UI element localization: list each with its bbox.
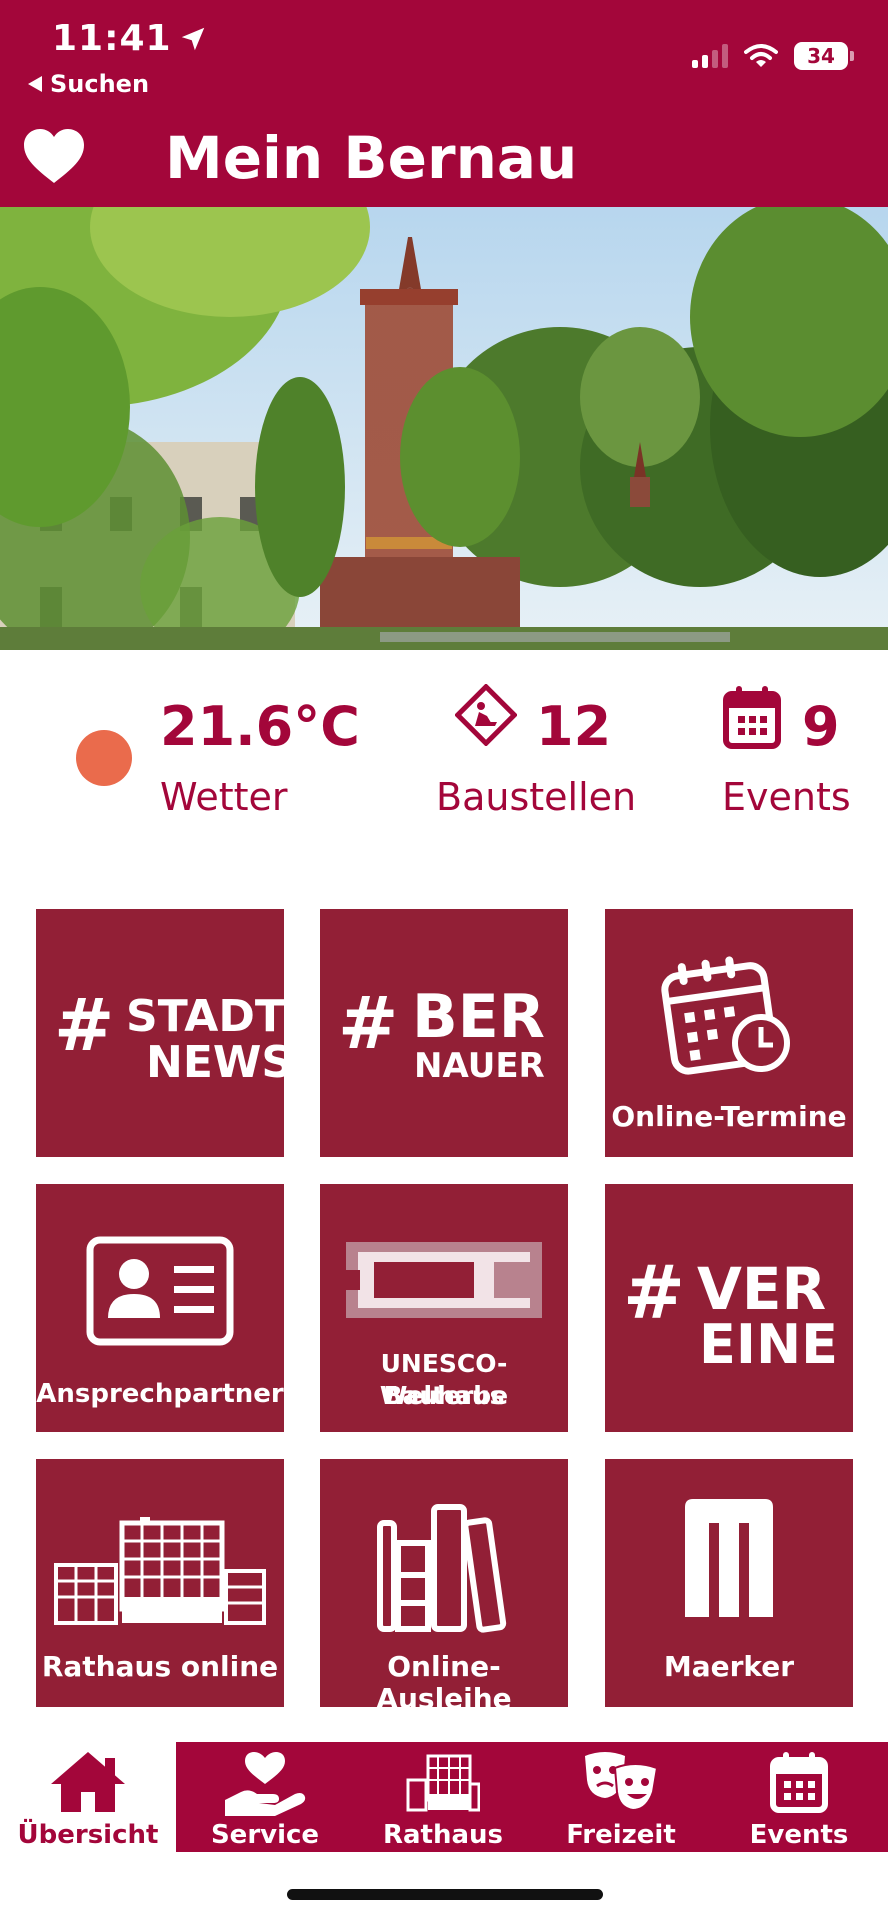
tab-uebersicht[interactable]: Übersicht	[0, 1742, 176, 1852]
tile-online-termine[interactable]: Online-Termine	[605, 909, 853, 1157]
tab-freizeit-label: Freizeit	[566, 1820, 676, 1850]
theater-masks-icon	[585, 1752, 659, 1812]
favorites-heart-icon[interactable]	[22, 126, 86, 186]
home-indicator[interactable]	[287, 1889, 603, 1900]
hashtag-symbol: #	[623, 1250, 686, 1336]
events-value: 9	[802, 695, 840, 758]
location-arrow-icon	[181, 27, 204, 50]
stadtnews-line2: NEWS	[146, 1037, 284, 1088]
tile-vereine[interactable]: # VER EINE	[605, 1184, 853, 1432]
events-label: Events	[722, 775, 851, 819]
hashtag-symbol: #	[338, 981, 399, 1065]
calendar-clock-icon	[661, 956, 790, 1075]
tab-events-label: Events	[749, 1820, 849, 1850]
weather-value: 21.6°C	[160, 695, 360, 758]
tab-service-label: Service	[210, 1820, 320, 1850]
back-to-search-link[interactable]: Suchen	[28, 70, 149, 98]
hero-image	[0, 207, 888, 650]
tab-service[interactable]: Service	[176, 1742, 354, 1852]
contact-card-icon	[86, 1236, 234, 1346]
back-triangle-icon	[28, 76, 42, 92]
vereine-line1: VER	[697, 1255, 827, 1323]
maerker-label: Maerker	[663, 1650, 795, 1683]
rathaus-online-label: Rathaus online	[41, 1650, 279, 1683]
home-icon	[51, 1752, 125, 1812]
status-time: 11:41	[52, 18, 208, 59]
tile-bernauer[interactable]: # BER NAUER	[320, 909, 568, 1157]
calendar-icon	[770, 1752, 828, 1813]
tile-stadtnews[interactable]: # STADT NEWS	[36, 909, 284, 1157]
status-icons: 34	[692, 42, 854, 70]
ansprechpartner-label: Ansprechpartner	[36, 1379, 284, 1409]
bottom-tab-bar: Übersicht Service Rathaus Freizeit Event…	[0, 1742, 888, 1852]
wifi-icon	[744, 44, 778, 67]
tab-rathaus[interactable]: Rathaus	[354, 1742, 532, 1852]
maerker-logo-icon	[685, 1499, 773, 1617]
weather-sun-icon	[76, 730, 132, 786]
bernauer-line1: BER	[412, 982, 545, 1052]
bernau-tower-photo	[0, 207, 888, 650]
signal-icon	[692, 44, 728, 68]
page-title: Mein Bernau	[165, 124, 578, 192]
heart-hand-icon	[225, 1752, 306, 1816]
tab-uebersicht-label: Übersicht	[17, 1820, 159, 1850]
books-shelf-icon	[377, 1504, 507, 1633]
hashtag-symbol: #	[54, 983, 115, 1067]
unesco-label-line2: Bauhaus	[383, 1381, 505, 1410]
weather-label: Wetter	[160, 775, 288, 819]
tile-maerker[interactable]: Maerker	[605, 1459, 853, 1707]
tile-unesco-bauhaus[interactable]: UNESCO-Welterbe Bauhaus	[320, 1184, 568, 1432]
app-header: 11:41 Suchen 34 Mein Bernau	[0, 0, 888, 207]
construction-sign-icon[interactable]	[455, 684, 517, 746]
tile-rathaus-online[interactable]: Rathaus online	[36, 1459, 284, 1707]
tile-online-ausleihe[interactable]: Online-Ausleihe	[320, 1459, 568, 1707]
events-calendar-icon[interactable]	[722, 684, 782, 750]
battery-level: 34	[807, 44, 835, 68]
tile-ansprechpartner[interactable]: Ansprechpartner	[36, 1184, 284, 1432]
tab-events[interactable]: Events	[710, 1742, 888, 1852]
town-hall-building-icon	[54, 1517, 266, 1625]
construction-value: 12	[536, 695, 612, 758]
stadtnews-line1: STADT	[126, 991, 284, 1042]
bernauer-line2: NAUER	[414, 1046, 545, 1086]
tab-rathaus-label: Rathaus	[382, 1820, 504, 1850]
construction-label: Baustellen	[436, 775, 637, 819]
tab-freizeit[interactable]: Freizeit	[532, 1742, 710, 1852]
online-termine-label: Online-Termine	[611, 1100, 847, 1133]
battery-icon: 34	[794, 42, 854, 70]
bauhaus-building-icon	[346, 1242, 542, 1318]
online-ausleihe-label: Online-Ausleihe	[376, 1650, 512, 1708]
building-icon	[406, 1754, 480, 1812]
back-label: Suchen	[50, 70, 150, 98]
status-time-text: 11:41	[52, 18, 172, 59]
vereine-line2: EINE	[699, 1313, 839, 1376]
